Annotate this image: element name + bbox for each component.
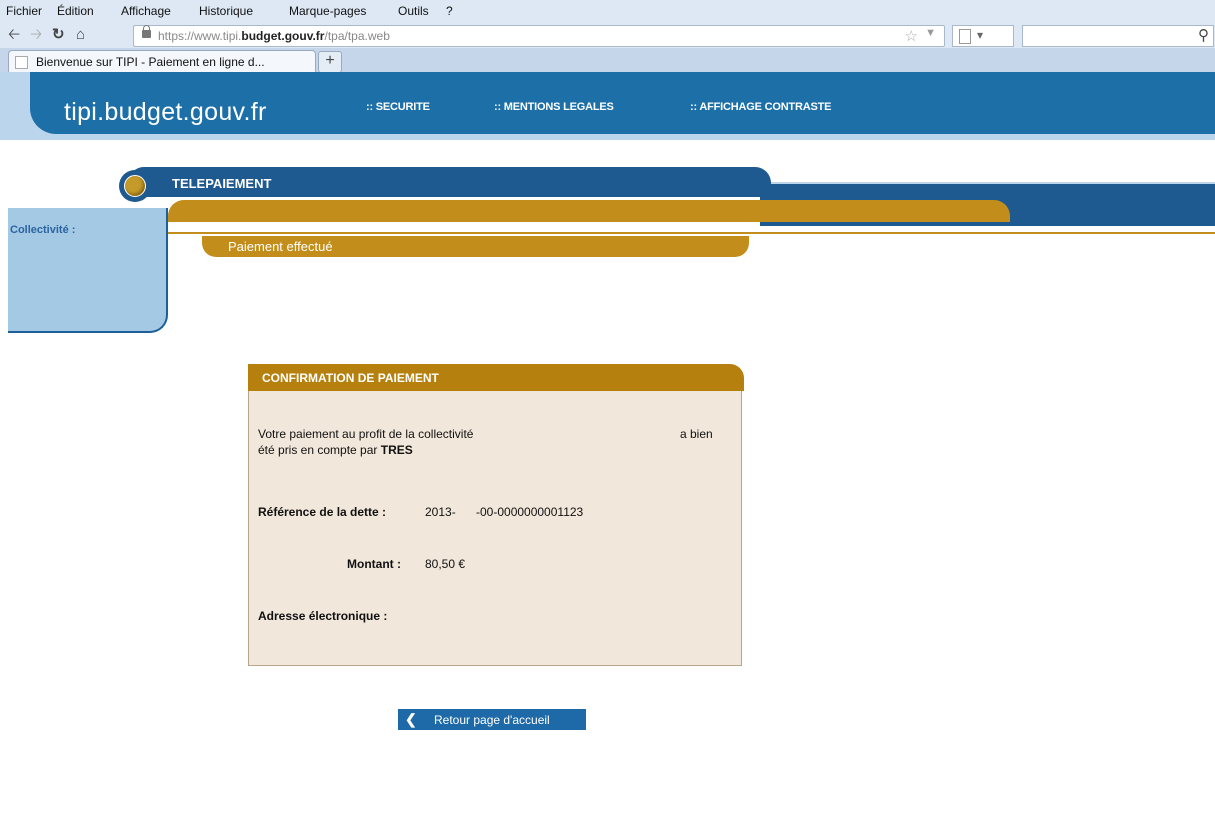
menu-outils[interactable]: Outils bbox=[398, 4, 429, 18]
confirmation-message: Votre paiement au profit de la collectiv… bbox=[258, 427, 474, 441]
nav-mentions-label: :: MENTIONS LEGALES bbox=[494, 101, 614, 113]
site-logo[interactable]: tipi.budget.gouv.fr bbox=[64, 98, 267, 127]
forward-icon[interactable]: 🡢 bbox=[30, 26, 42, 44]
search-input[interactable]: ⚲ bbox=[1022, 25, 1214, 47]
browser-nav-bar: 🡠 🡢 ↻ ⌂ https://www.tipi.budget.gouv.fr/… bbox=[0, 22, 1215, 48]
amount-label: Montant : bbox=[347, 557, 401, 571]
back-icon[interactable]: 🡠 bbox=[8, 26, 20, 44]
chevron-left-icon: ❮ bbox=[405, 711, 417, 727]
return-home-label: Retour page d'accueil bbox=[434, 713, 550, 727]
url-dropdown-icon[interactable]: ▼ bbox=[925, 27, 936, 39]
url-text: https://www.tipi.budget.gouv.fr/tpa/tpa.… bbox=[158, 29, 390, 43]
page-menu-button[interactable]: ▾ bbox=[952, 25, 1014, 47]
bookmark-star-icon[interactable]: ☆ bbox=[905, 27, 918, 45]
reference-label: Référence de la dette : bbox=[258, 505, 387, 519]
search-icon[interactable]: ⚲ bbox=[1198, 26, 1209, 44]
url-bar[interactable]: https://www.tipi.budget.gouv.fr/tpa/tpa.… bbox=[133, 25, 945, 47]
browser-tab[interactable]: Bienvenue sur TIPI - Paiement en ligne d… bbox=[8, 50, 316, 73]
reference-value-prefix: 2013- bbox=[425, 505, 456, 519]
gold-divider bbox=[168, 232, 1215, 234]
tab-title: Bienvenue sur TIPI - Paiement en ligne d… bbox=[36, 55, 265, 69]
page-dropdown-icon: ▾ bbox=[977, 28, 984, 42]
amount-value: 80,50 € bbox=[425, 557, 466, 571]
confirmation-message-line2: été pris en compte par TRES bbox=[258, 443, 413, 457]
nav-securite[interactable]: :: SECURITE bbox=[366, 101, 430, 113]
email-label: Adresse électronique : bbox=[258, 609, 388, 623]
new-tab-button[interactable]: + bbox=[318, 51, 342, 73]
step-tab: Paiement effectué bbox=[202, 236, 749, 257]
section-title: TELEPAIEMENT bbox=[172, 176, 272, 191]
home-icon[interactable]: ⌂ bbox=[76, 26, 85, 44]
favicon-icon bbox=[15, 56, 28, 69]
confirmation-title: CONFIRMATION DE PAIEMENT bbox=[262, 371, 439, 385]
return-home-button[interactable]: ❮ Retour page d'accueil bbox=[398, 709, 586, 730]
nav-mentions-legales[interactable]: :: MENTIONS LEGALES bbox=[494, 101, 614, 113]
menu-help[interactable]: ? bbox=[446, 4, 453, 18]
confirmation-message-end: a bien bbox=[680, 427, 713, 441]
lock-icon bbox=[142, 25, 151, 38]
menu-affichage[interactable]: Affichage bbox=[121, 4, 171, 18]
nav-affichage-contraste[interactable]: :: AFFICHAGE CONTRASTE bbox=[690, 101, 831, 113]
confirmation-header: CONFIRMATION DE PAIEMENT bbox=[248, 364, 744, 391]
collectivite-label: Collectivité : bbox=[10, 224, 76, 236]
gold-band bbox=[168, 200, 1010, 222]
browser-tab-bar: Bienvenue sur TIPI - Paiement en ligne d… bbox=[0, 48, 1215, 73]
menu-historique[interactable]: Historique bbox=[199, 4, 253, 18]
creditor-name: TRES bbox=[380, 443, 413, 457]
section-bullet-icon bbox=[119, 170, 151, 202]
menu-edition[interactable]: Édition bbox=[57, 4, 94, 18]
nav-contraste-label: :: AFFICHAGE CONTRASTE bbox=[690, 101, 832, 113]
reference-value: -00-0000000001123 bbox=[476, 505, 584, 519]
menu-marque-pages[interactable]: Marque-pages bbox=[289, 4, 366, 18]
nav-securite-label: :: SECURITE bbox=[366, 101, 430, 113]
browser-menu-bar: Fichier Édition Affichage Historique Mar… bbox=[0, 0, 1215, 22]
step-label: Paiement effectué bbox=[228, 239, 333, 254]
menu-fichier[interactable]: Fichier bbox=[6, 4, 42, 18]
page-icon bbox=[959, 29, 971, 44]
reload-icon[interactable]: ↻ bbox=[52, 26, 65, 44]
